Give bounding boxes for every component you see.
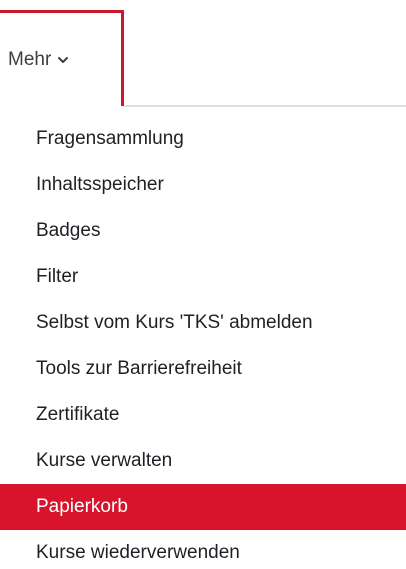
more-tab[interactable]: Mehr xyxy=(0,10,124,106)
nav-divider xyxy=(124,105,406,107)
more-dropdown-menu: Fragensammlung Inhaltsspeicher Badges Fi… xyxy=(0,116,406,569)
menu-item-fragensammlung[interactable]: Fragensammlung xyxy=(0,116,406,162)
chevron-down-icon xyxy=(57,53,69,65)
menu-item-filter[interactable]: Filter xyxy=(0,254,406,300)
menu-item-kurse-verwalten[interactable]: Kurse verwalten xyxy=(0,438,406,484)
page: Mehr Fragensammlung Inhaltsspeicher Badg… xyxy=(0,0,406,569)
more-tab-label: Mehr xyxy=(8,48,52,70)
menu-item-inhaltsspeicher[interactable]: Inhaltsspeicher xyxy=(0,162,406,208)
menu-item-kurse-wiederverwenden[interactable]: Kurse wiederverwenden xyxy=(0,530,406,569)
secondary-navigation: Mehr xyxy=(0,0,406,108)
menu-item-unenrol[interactable]: Selbst vom Kurs 'TKS' abmelden xyxy=(0,300,406,346)
menu-item-zertifikate[interactable]: Zertifikate xyxy=(0,392,406,438)
menu-item-papierkorb[interactable]: Papierkorb xyxy=(0,484,406,530)
menu-item-badges[interactable]: Badges xyxy=(0,208,406,254)
menu-item-accessibility-tools[interactable]: Tools zur Barrierefreiheit xyxy=(0,346,406,392)
